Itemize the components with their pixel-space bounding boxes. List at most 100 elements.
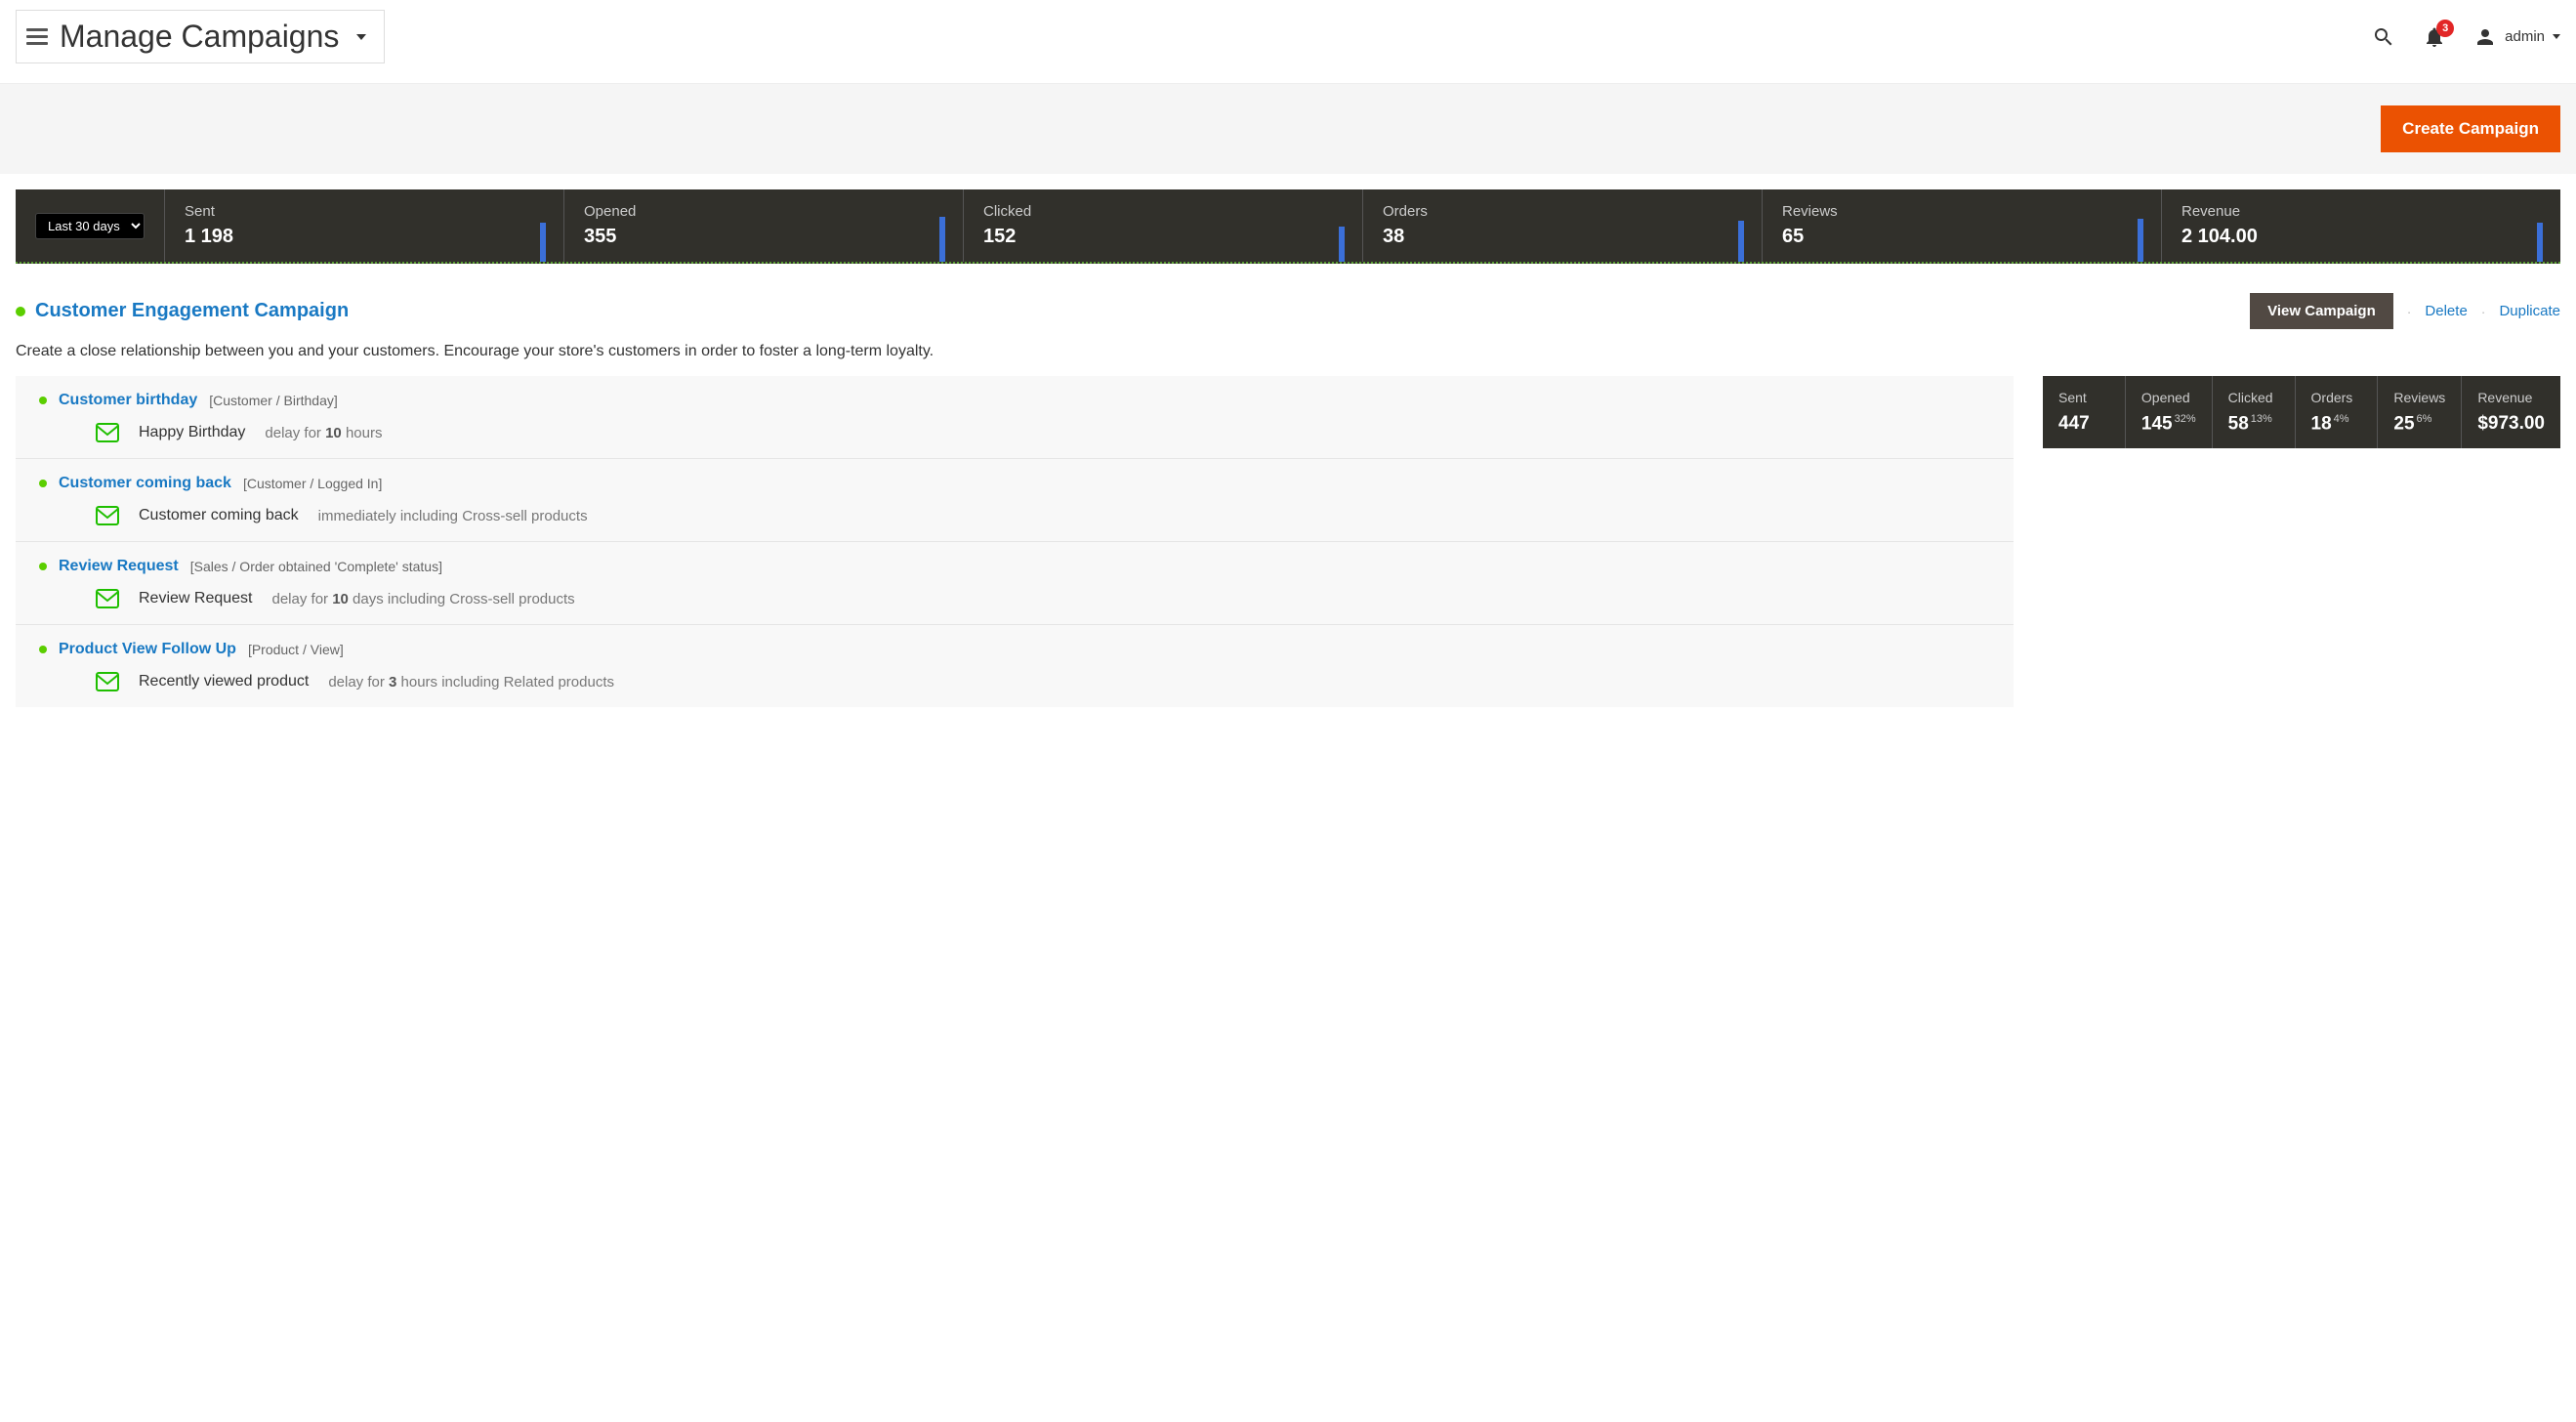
rule-item: Customer birthday [Customer / Birthday] … (16, 376, 2014, 459)
user-name: admin (2505, 28, 2545, 45)
stat-cell: Clicked 152 (964, 189, 1363, 262)
mail-icon (96, 672, 119, 691)
mini-stat-label: Sent (2058, 390, 2109, 405)
rule-name-link[interactable]: Product View Follow Up (59, 641, 236, 658)
search-button[interactable] (2372, 25, 2395, 49)
mini-stat-value: 256% (2393, 413, 2445, 435)
duplicate-link[interactable]: Duplicate (2499, 303, 2560, 319)
campaign-title-wrap: Customer Engagement Campaign (16, 300, 349, 322)
mini-stat-cell: Clicked 5813% (2213, 376, 2296, 448)
stat-value: 38 (1383, 226, 1742, 248)
sparkline-icon (2138, 213, 2143, 262)
campaign-block: Customer Engagement Campaign View Campai… (16, 293, 2560, 707)
mini-stat-cell: Reviews 256% (2378, 376, 2462, 448)
mini-stat-pct: 4% (2334, 413, 2349, 425)
sparkline-icon (1738, 213, 1744, 262)
rule-head: Customer birthday [Customer / Birthday] (39, 392, 1990, 409)
stat-label: Clicked (983, 203, 1343, 220)
page-title: Manage Campaigns (60, 19, 339, 55)
stat-label: Revenue (2181, 203, 2541, 220)
status-dot-icon (39, 397, 47, 404)
stat-cell: Reviews 65 (1763, 189, 2162, 262)
rule-head: Customer coming back [Customer / Logged … (39, 475, 1990, 492)
mini-stat-cell: Orders 184% (2296, 376, 2379, 448)
status-dot-icon (39, 563, 47, 570)
rule-name-link[interactable]: Customer coming back (59, 475, 231, 492)
campaign-header: Customer Engagement Campaign View Campai… (16, 293, 2560, 329)
status-dot-icon (16, 307, 25, 316)
action-bar: Create Campaign (0, 83, 2576, 174)
view-campaign-button[interactable]: View Campaign (2250, 293, 2393, 329)
header-actions: 3 admin (2372, 25, 2560, 49)
mini-stat-cell: Revenue $973.00 (2462, 376, 2560, 448)
sparkline-icon (1339, 213, 1345, 262)
campaign-body: Customer birthday [Customer / Birthday] … (16, 376, 2560, 707)
create-campaign-button[interactable]: Create Campaign (2381, 105, 2560, 152)
separator: · (2407, 304, 2412, 319)
stat-cell: Orders 38 (1363, 189, 1763, 262)
mail-icon (96, 506, 119, 525)
stat-cell: Opened 355 (564, 189, 964, 262)
delete-link[interactable]: Delete (2425, 303, 2467, 319)
email-meta: delay for 10 days including Cross-sell p… (272, 591, 575, 607)
email-title: Recently viewed product (139, 673, 309, 690)
rule-condition: [Sales / Order obtained 'Complete' statu… (190, 559, 442, 574)
page-title-dropdown[interactable]: Manage Campaigns (16, 10, 385, 63)
menu-icon[interactable] (26, 28, 48, 45)
rule-detail: Customer coming back immediately includi… (39, 506, 1990, 525)
stats-bar: Last 30 days Sent 1 198 Opened 355 Click… (16, 189, 2560, 264)
caret-down-icon (2553, 34, 2560, 39)
rule-condition: [Customer / Birthday] (209, 393, 338, 408)
status-dot-icon (39, 646, 47, 653)
email-title: Customer coming back (139, 507, 299, 524)
notifications-button[interactable]: 3 (2423, 25, 2446, 49)
rule-item: Customer coming back [Customer / Logged … (16, 459, 2014, 542)
mini-stat-pct: 6% (2417, 413, 2432, 425)
page-header: Manage Campaigns 3 admin (0, 0, 2576, 83)
mini-stat-value: 5813% (2228, 413, 2279, 435)
mini-stat-label: Revenue (2477, 390, 2545, 405)
sparkline-icon (939, 213, 945, 262)
rules-list: Customer birthday [Customer / Birthday] … (16, 376, 2014, 707)
sparkline-icon (540, 213, 546, 262)
mini-stat-value: 14532% (2141, 413, 2196, 435)
mini-stat-label: Orders (2311, 390, 2362, 405)
rule-name-link[interactable]: Review Request (59, 558, 179, 575)
email-title: Review Request (139, 590, 253, 607)
user-menu[interactable]: admin (2473, 25, 2560, 49)
stat-value: 1 198 (185, 226, 544, 248)
email-meta: delay for 3 hours including Related prod… (328, 674, 614, 690)
campaign-description: Create a close relationship between you … (16, 343, 2560, 360)
sparkline-icon (2537, 213, 2543, 262)
stat-value: 2 104.00 (2181, 226, 2541, 248)
rule-condition: [Product / View] (248, 642, 344, 657)
rule-name-link[interactable]: Customer birthday (59, 392, 197, 409)
caret-down-icon (356, 34, 366, 40)
stat-label: Orders (1383, 203, 1742, 220)
campaign-title-link[interactable]: Customer Engagement Campaign (35, 300, 349, 322)
user-icon (2473, 25, 2497, 49)
mini-stat-label: Opened (2141, 390, 2196, 405)
rule-head: Review Request [Sales / Order obtained '… (39, 558, 1990, 575)
campaign-stats-table: Sent 447 Opened 14532% Clicked 5813% Ord… (2043, 376, 2560, 448)
mini-stat-value: $973.00 (2477, 413, 2545, 435)
stat-value: 355 (584, 226, 943, 248)
mini-stat-label: Clicked (2228, 390, 2279, 405)
stat-value: 152 (983, 226, 1343, 248)
stat-label: Sent (185, 203, 544, 220)
stat-cell: Revenue 2 104.00 (2162, 189, 2560, 262)
email-meta: delay for 10 hours (265, 425, 382, 441)
stat-value: 65 (1782, 226, 2141, 248)
mini-stat-cell: Sent 447 (2043, 376, 2126, 448)
rule-detail: Review Request delay for 10 days includi… (39, 589, 1990, 608)
mail-icon (96, 423, 119, 442)
mail-icon (96, 589, 119, 608)
email-meta: immediately including Cross-sell product… (318, 508, 588, 524)
stat-cell: Sent 1 198 (165, 189, 564, 262)
period-select[interactable]: Last 30 days (35, 213, 145, 239)
rule-condition: [Customer / Logged In] (243, 476, 382, 491)
rule-item: Review Request [Sales / Order obtained '… (16, 542, 2014, 625)
stat-label: Reviews (1782, 203, 2141, 220)
campaign-actions: View Campaign · Delete · Duplicate (2250, 293, 2560, 329)
status-dot-icon (39, 480, 47, 487)
